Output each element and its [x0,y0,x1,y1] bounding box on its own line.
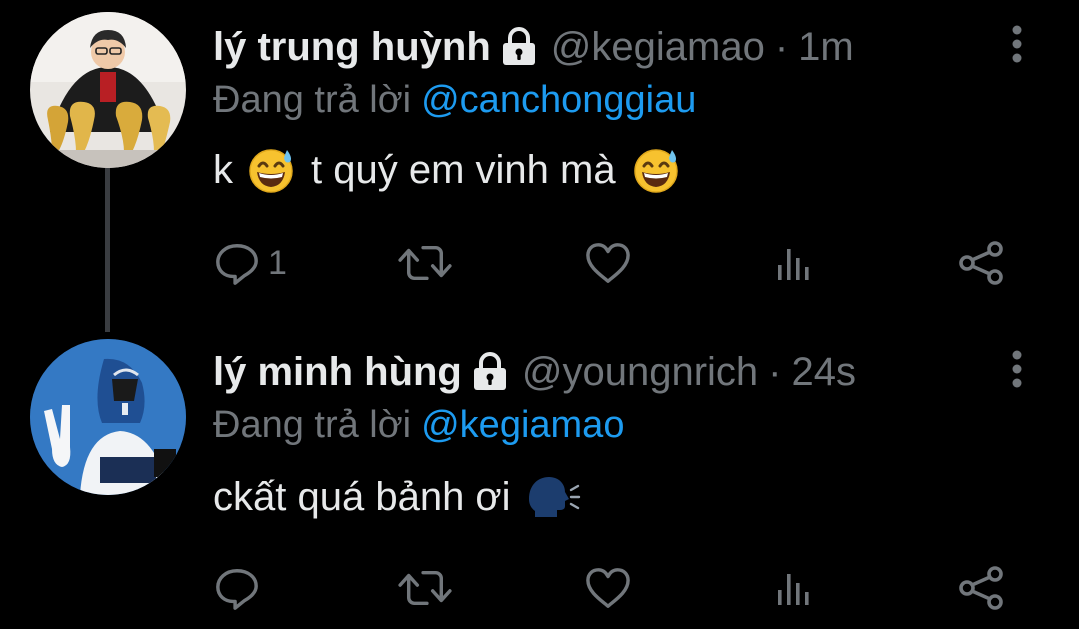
replying-to-line: Đang trả lời @kegiamao [213,404,624,447]
timestamp[interactable]: 1m [798,25,854,70]
reply-icon [214,240,260,286]
user-handle[interactable]: @youngnrich [522,350,758,395]
views-icon [774,568,814,608]
tweet-actions [0,563,1079,613]
retweet-button[interactable] [398,238,452,288]
tweet-reply-1[interactable]: lý trung huỳnh @kegiamao · 1m Đang trả l… [0,0,1079,330]
display-name[interactable]: lý trung huỳnh [213,25,491,70]
replying-label: Đang trả lời [213,79,412,121]
separator-dot: · [768,349,782,394]
tweet-text-part-1: ckất quá bảnh ơi [213,474,511,519]
replying-mention-link[interactable]: @kegiamao [421,404,624,446]
share-icon [958,240,1004,286]
share-icon [958,565,1004,611]
tweet-text: ckất quá bảnh ơi [213,473,581,521]
views-icon [774,243,814,283]
more-icon[interactable] [1003,22,1031,66]
like-icon [584,566,632,610]
views-button[interactable] [774,238,814,288]
speaking-head-emoji [525,473,581,521]
tweet-header: lý minh hùng @youngnrich · 24s [213,347,856,397]
tweet-text: k t quý em vinh mà [213,146,680,194]
retweet-icon [398,240,452,286]
reply-button[interactable]: 1 [214,238,287,288]
like-button[interactable] [584,563,632,613]
tweet-text-part-2: t quý em vinh mà [311,147,616,192]
replying-label: Đang trả lời [213,404,412,446]
lock-icon [472,352,508,392]
like-button[interactable] [584,238,632,288]
timestamp[interactable]: 24s [792,350,857,395]
share-button[interactable] [958,238,1004,288]
reply-icon [214,565,260,611]
user-handle[interactable]: @kegiamao [551,25,765,70]
like-icon [584,241,632,285]
tweet-text-part-1: k [213,147,233,192]
reply-button[interactable] [214,563,268,613]
grinning-sweat-emoji [247,146,295,194]
views-button[interactable] [774,563,814,613]
replying-to-line: Đang trả lời @canchonggiau [213,79,696,122]
more-icon[interactable] [1003,347,1031,391]
retweet-icon [398,565,452,611]
replying-mention-link[interactable]: @canchonggiau [421,79,696,121]
avatar[interactable] [30,339,186,495]
separator-dot: · [774,24,789,69]
display-name[interactable]: lý minh hùng [213,350,462,395]
avatar[interactable] [30,12,186,168]
share-button[interactable] [958,563,1004,613]
tweet-actions: 1 [0,238,1079,288]
reply-count: 1 [268,243,287,282]
grinning-sweat-emoji [632,146,680,194]
retweet-button[interactable] [398,563,452,613]
tweet-header: lý trung huỳnh @kegiamao · 1m [213,22,854,72]
tweet-reply-2[interactable]: lý minh hùng @youngnrich · 24s Đang trả … [0,330,1079,629]
lock-icon [501,27,537,67]
